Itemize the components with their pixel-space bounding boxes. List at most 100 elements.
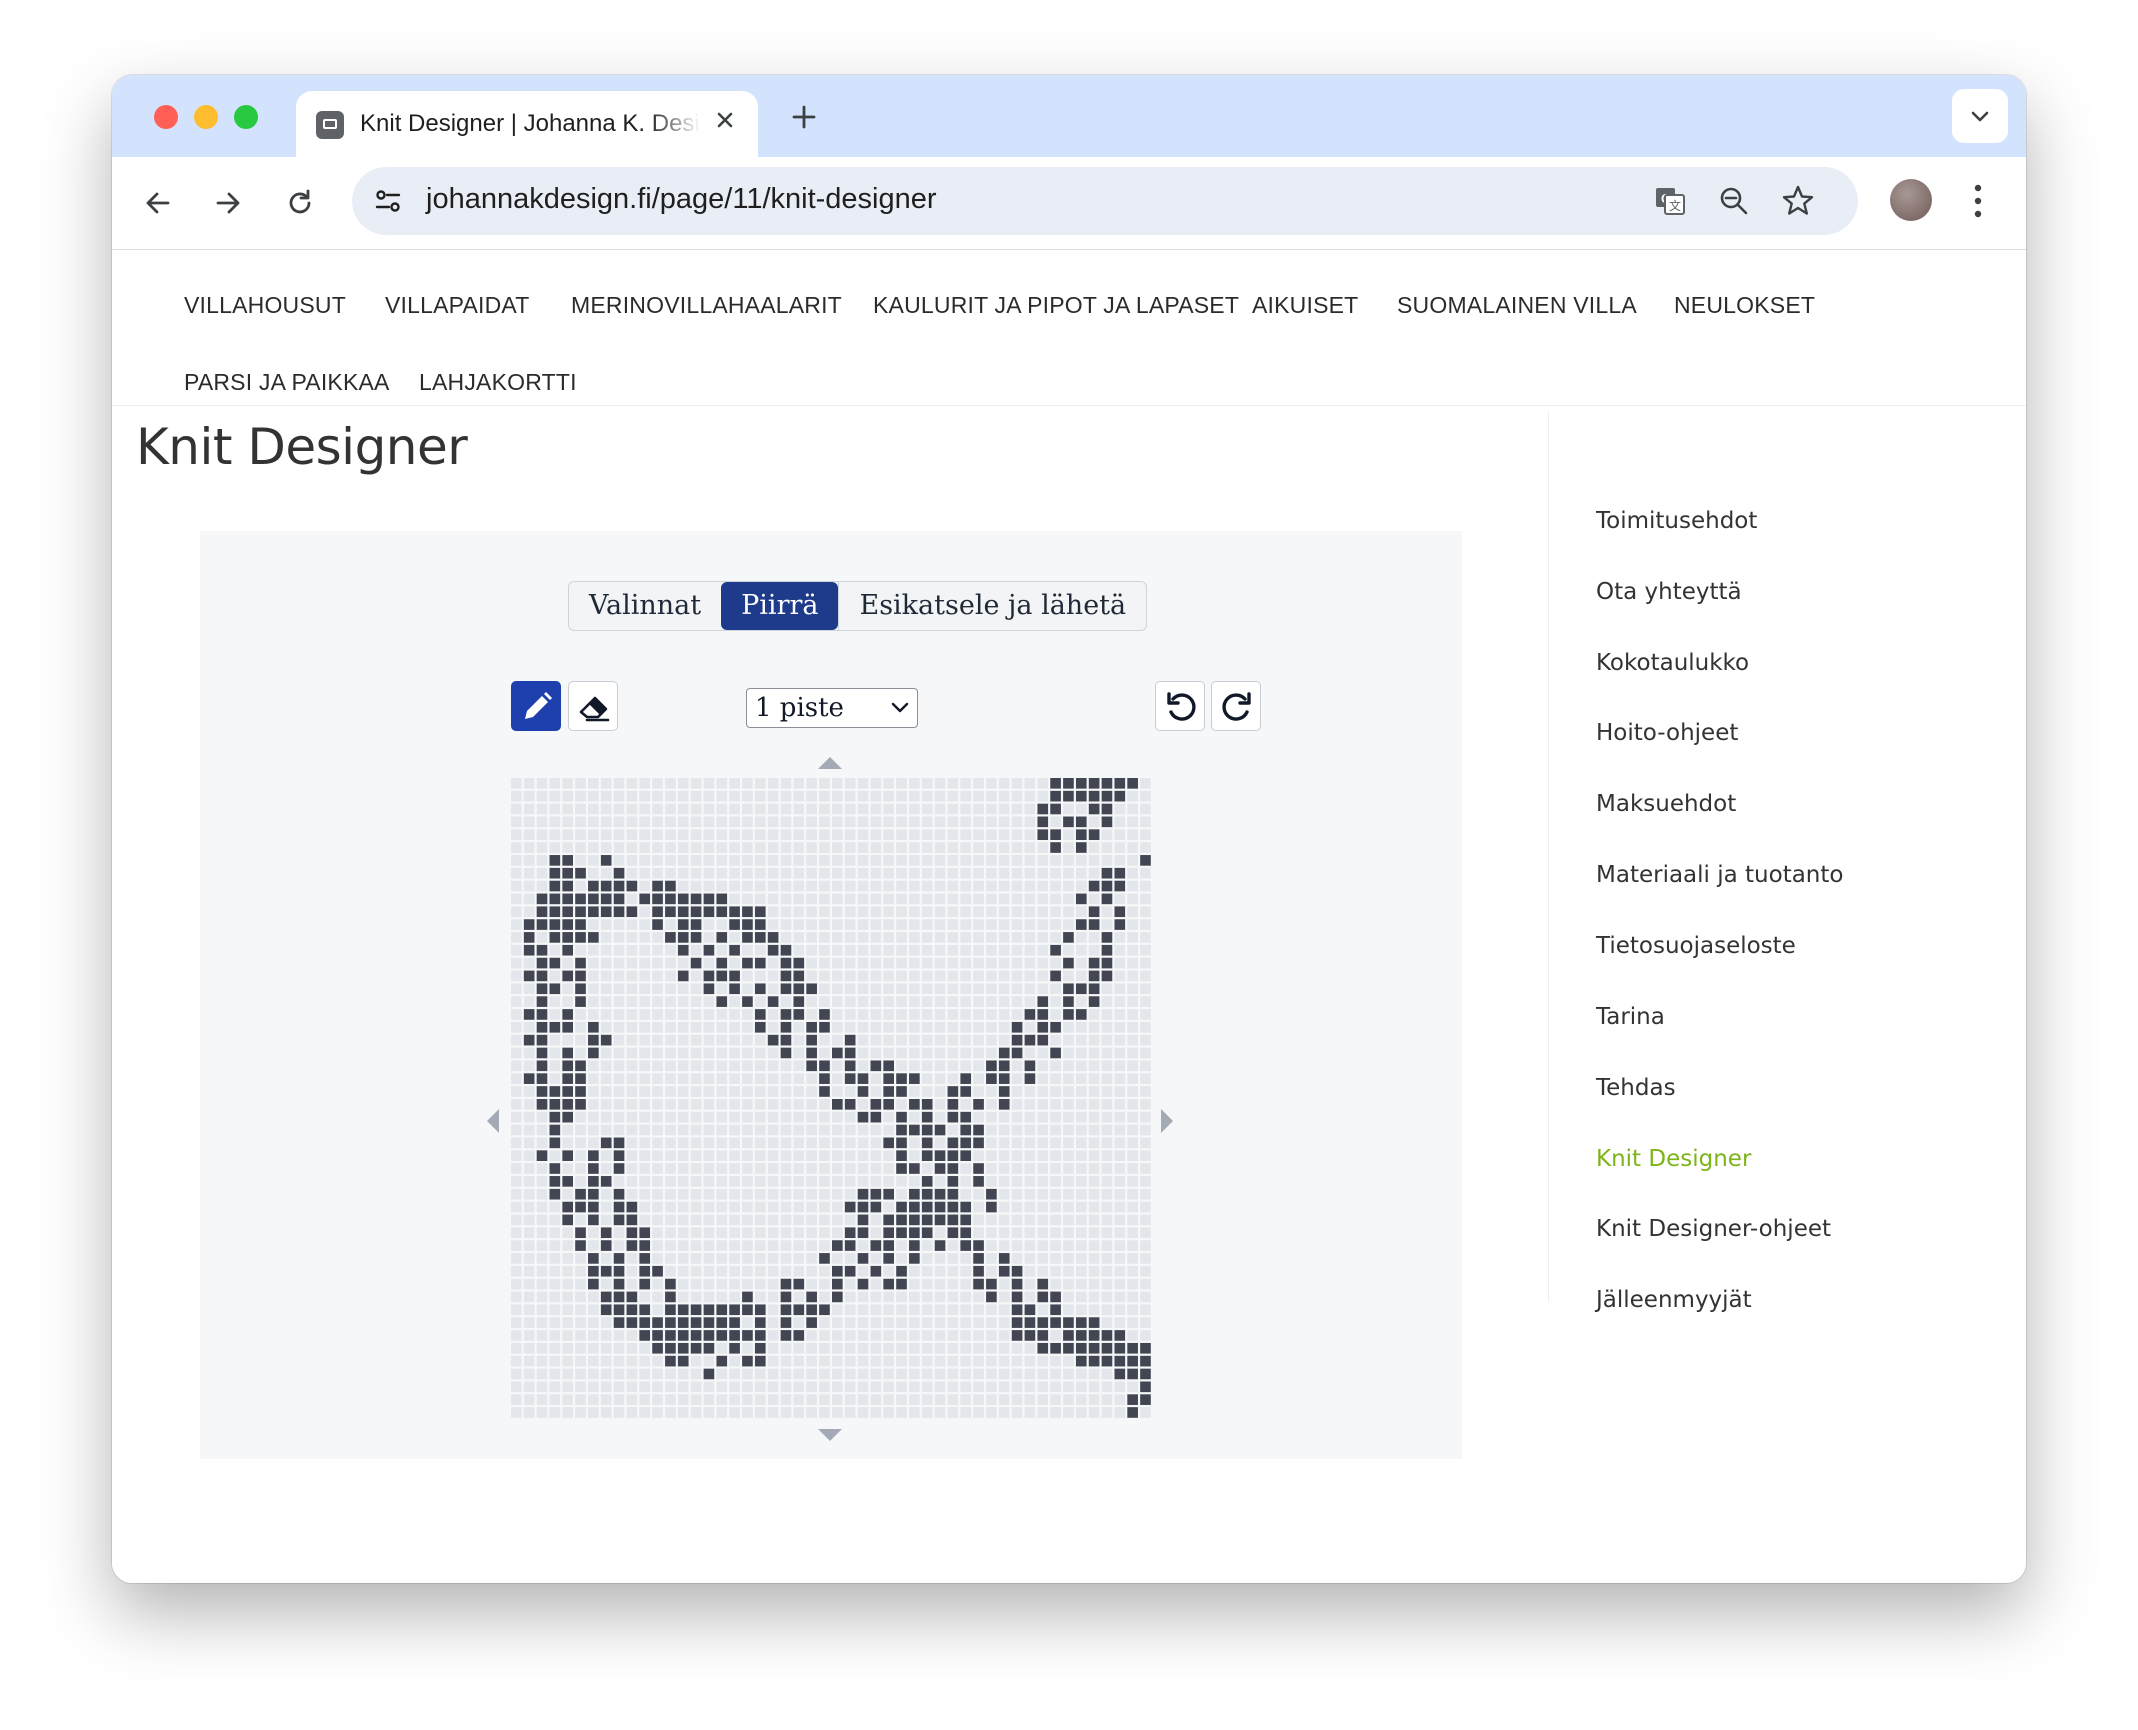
grid-cell[interactable]: [986, 816, 997, 828]
grid-cell[interactable]: [1114, 1407, 1126, 1418]
grid-cell[interactable]: [973, 1214, 984, 1226]
grid-cell-filled[interactable]: [870, 1240, 882, 1251]
grid-cell[interactable]: [1101, 1240, 1113, 1251]
grid-cell[interactable]: [921, 1394, 933, 1405]
redo-button[interactable]: [1211, 681, 1261, 731]
grid-cell[interactable]: [729, 996, 740, 1007]
grid-cell-filled[interactable]: [998, 1265, 1010, 1277]
grid-cell[interactable]: [832, 1214, 843, 1226]
grid-cell[interactable]: [934, 1304, 946, 1316]
grid-cell[interactable]: [600, 932, 612, 943]
grid-cell[interactable]: [690, 1278, 702, 1290]
grid-cell[interactable]: [549, 1330, 561, 1341]
grid-cell[interactable]: [690, 1201, 702, 1213]
grid-cell[interactable]: [767, 1009, 779, 1020]
grid-cell[interactable]: [1140, 829, 1151, 840]
grid-cell[interactable]: [1024, 1407, 1036, 1418]
grid-cell[interactable]: [588, 816, 599, 828]
grid-cell[interactable]: [793, 1099, 805, 1110]
grid-cell-filled[interactable]: [1114, 919, 1126, 930]
grid-cell[interactable]: [626, 1099, 638, 1110]
grid-cell[interactable]: [986, 1214, 997, 1226]
grid-cell-filled[interactable]: [1037, 816, 1049, 828]
grid-cell[interactable]: [626, 1150, 638, 1161]
grid-cell[interactable]: [703, 1394, 715, 1405]
grid-cell[interactable]: [600, 1355, 612, 1367]
grid-cell[interactable]: [806, 1227, 817, 1239]
grid-cell[interactable]: [986, 1047, 997, 1059]
grid-cell[interactable]: [1075, 906, 1087, 918]
grid-cell[interactable]: [1140, 1086, 1151, 1097]
grid-cell[interactable]: [793, 1086, 805, 1097]
grid-cell[interactable]: [549, 1253, 561, 1264]
grid-cell[interactable]: [832, 1394, 843, 1405]
grid-cell-filled[interactable]: [716, 996, 728, 1007]
grid-cell[interactable]: [921, 1330, 933, 1341]
grid-cell[interactable]: [1088, 1381, 1100, 1393]
grid-cell[interactable]: [511, 1034, 522, 1046]
grid-cell[interactable]: [1127, 1227, 1138, 1239]
grid-cell-filled[interactable]: [639, 1278, 651, 1290]
grid-cell[interactable]: [1114, 996, 1126, 1007]
grid-cell[interactable]: [690, 1214, 702, 1226]
grid-cell-filled[interactable]: [536, 1021, 548, 1033]
grid-cell-filled[interactable]: [613, 1137, 625, 1149]
grid-cell[interactable]: [793, 932, 805, 943]
grid-cell-filled[interactable]: [562, 1021, 573, 1033]
grid-cell[interactable]: [600, 919, 612, 930]
grid-cell[interactable]: [921, 1368, 933, 1380]
grid-cell[interactable]: [626, 1086, 638, 1097]
grid-cell[interactable]: [921, 1060, 933, 1072]
grid-cell[interactable]: [1114, 1253, 1126, 1264]
grid-cell[interactable]: [1140, 1150, 1151, 1161]
grid-cell[interactable]: [600, 1201, 612, 1213]
grid-cell[interactable]: [767, 1330, 779, 1341]
grid-cell[interactable]: [1024, 1124, 1036, 1136]
grid-cell[interactable]: [600, 1150, 612, 1161]
grid-cell[interactable]: [870, 1009, 882, 1020]
grid-cell-filled[interactable]: [909, 1240, 920, 1251]
undo-button[interactable]: [1155, 681, 1205, 731]
grid-cell[interactable]: [1088, 842, 1100, 853]
grid-cell[interactable]: [1037, 1176, 1049, 1187]
grid-cell-filled[interactable]: [639, 1317, 651, 1328]
grid-cell[interactable]: [613, 1407, 625, 1418]
grid-cell[interactable]: [536, 855, 548, 866]
grid-cell[interactable]: [523, 1342, 535, 1354]
grid-cell[interactable]: [742, 1034, 753, 1046]
grid-cell[interactable]: [1063, 1240, 1074, 1251]
grid-cell[interactable]: [729, 1240, 740, 1251]
grid-cell[interactable]: [690, 1265, 702, 1277]
grid-cell[interactable]: [947, 1240, 959, 1251]
grid-cell[interactable]: [986, 1163, 997, 1174]
grid-cell-filled[interactable]: [883, 1214, 894, 1226]
grid-cell[interactable]: [883, 842, 894, 853]
grid-cell[interactable]: [806, 932, 817, 943]
grid-cell[interactable]: [536, 1355, 548, 1367]
grid-cell[interactable]: [716, 778, 728, 789]
grid-cell[interactable]: [677, 1240, 689, 1251]
grid-cell[interactable]: [1050, 1150, 1061, 1161]
grid-cell[interactable]: [549, 970, 561, 982]
grid-cell[interactable]: [549, 1201, 561, 1213]
grid-cell[interactable]: [896, 1304, 907, 1316]
grid-cell[interactable]: [1127, 970, 1138, 982]
grid-cell[interactable]: [1037, 880, 1049, 892]
grid-cell-filled[interactable]: [613, 1201, 625, 1213]
grid-cell-filled[interactable]: [934, 1214, 946, 1226]
grid-cell[interactable]: [960, 983, 972, 995]
grid-cell[interactable]: [870, 944, 882, 956]
grid-cell[interactable]: [909, 1291, 920, 1303]
grid-cell[interactable]: [857, 1099, 869, 1110]
grid-cell[interactable]: [832, 957, 843, 969]
grid-cell[interactable]: [703, 1227, 715, 1239]
grid-cell-filled[interactable]: [639, 1265, 651, 1277]
grid-cell-filled[interactable]: [600, 1304, 612, 1316]
grid-cell-filled[interactable]: [562, 867, 573, 879]
grid-cell[interactable]: [639, 1291, 651, 1303]
grid-cell[interactable]: [780, 1381, 792, 1393]
grid-cell[interactable]: [1063, 1060, 1074, 1072]
grid-cell[interactable]: [934, 970, 946, 982]
grid-cell[interactable]: [1075, 1073, 1087, 1084]
grid-cell[interactable]: [1024, 1086, 1036, 1097]
